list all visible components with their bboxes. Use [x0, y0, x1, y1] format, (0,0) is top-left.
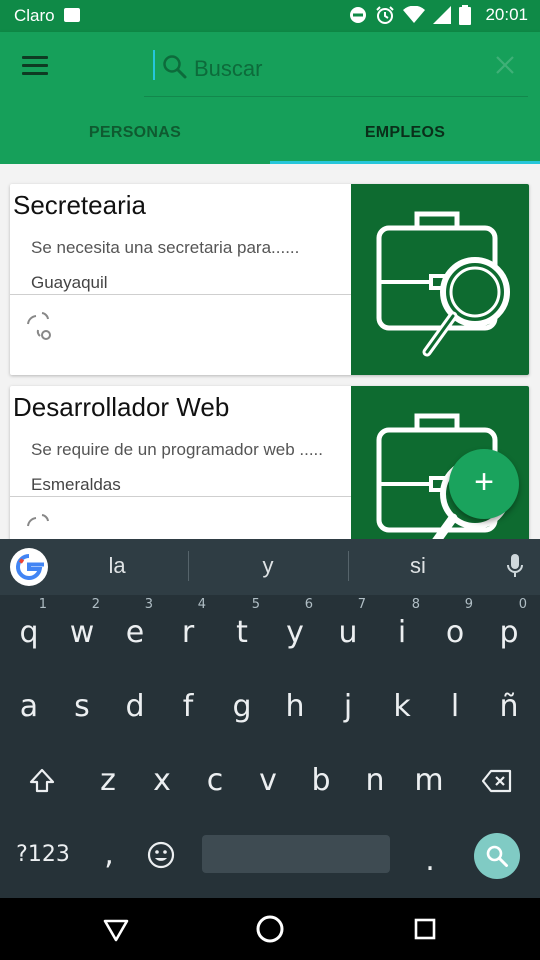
- key-k[interactable]: k: [375, 677, 429, 737]
- job-title: Desarrollador Web: [13, 392, 230, 422]
- search-icon: [486, 845, 508, 867]
- separator: [348, 551, 349, 581]
- period-key[interactable]: .: [403, 831, 457, 891]
- suggestion-1[interactable]: la: [67, 553, 167, 579]
- google-icon[interactable]: [10, 548, 48, 586]
- shift-icon[interactable]: [28, 767, 56, 795]
- job-card[interactable]: Desarrollador Web Se require de un progr…: [10, 386, 529, 540]
- key-d[interactable]: d: [108, 677, 162, 737]
- wifi-icon: [403, 6, 426, 23]
- key-m[interactable]: m: [402, 751, 456, 811]
- suggestion-strip: la y si: [0, 539, 540, 595]
- app-bar: PERSONAS EMPLEOS: [0, 32, 540, 164]
- key-e[interactable]: e3: [108, 597, 162, 663]
- divider: [10, 294, 351, 295]
- image-icon: [64, 8, 80, 22]
- divider: [10, 496, 351, 497]
- job-city: Esmeraldas: [31, 475, 121, 494]
- key-u[interactable]: u7: [321, 597, 375, 663]
- status-bar: Claro 20:01: [0, 0, 540, 32]
- suggestion-3[interactable]: si: [368, 553, 468, 579]
- key-b[interactable]: b: [294, 751, 348, 811]
- job-description: Se require de un programador web .....: [31, 440, 323, 459]
- key-hint: 2: [91, 597, 100, 612]
- key-z[interactable]: z: [81, 751, 135, 811]
- text-cursor: [153, 50, 155, 80]
- key-l[interactable]: l: [428, 677, 482, 737]
- backspace-icon[interactable]: [482, 769, 512, 793]
- tab-empleos[interactable]: EMPLEOS: [270, 114, 540, 164]
- job-card[interactable]: Secretearia Se necesita una secretaria p…: [10, 184, 529, 375]
- key-n[interactable]: n: [348, 751, 402, 811]
- key-s[interactable]: s: [55, 677, 109, 737]
- key-t[interactable]: t5: [215, 597, 269, 663]
- key-h[interactable]: h: [268, 677, 322, 737]
- navigation-bar: [0, 898, 540, 960]
- key-hint: 7: [357, 597, 366, 612]
- loading-icon: [27, 514, 49, 527]
- key-f[interactable]: f: [161, 677, 215, 737]
- separator: [188, 551, 189, 581]
- tab-bar: PERSONAS EMPLEOS: [0, 114, 540, 164]
- key-hint: 0: [518, 597, 527, 612]
- emoji-icon[interactable]: [147, 841, 175, 869]
- key-hint: 6: [304, 597, 313, 612]
- key-g[interactable]: g: [215, 677, 269, 737]
- job-description: Se necesita una secretaria para......: [31, 238, 300, 257]
- close-icon[interactable]: [494, 54, 516, 76]
- key-v[interactable]: v: [241, 751, 295, 811]
- comma-key[interactable]: ,: [82, 825, 136, 885]
- back-icon[interactable]: [103, 918, 129, 942]
- key-a[interactable]: a: [2, 677, 56, 737]
- key-q[interactable]: q1: [2, 597, 56, 663]
- search-key[interactable]: [474, 833, 520, 879]
- key-y[interactable]: y6: [268, 597, 322, 663]
- alarm-icon: [376, 6, 395, 24]
- key-ñ[interactable]: ñ: [482, 677, 536, 737]
- dnd-icon: [350, 7, 367, 23]
- search-input[interactable]: [192, 52, 476, 86]
- space-bar[interactable]: [202, 835, 390, 873]
- loading-icon: [27, 312, 51, 340]
- key-hint: 4: [197, 597, 206, 612]
- key-w[interactable]: w2: [55, 597, 109, 663]
- search-bar: [144, 46, 528, 97]
- home-icon[interactable]: [255, 914, 285, 944]
- key-p[interactable]: p0: [482, 597, 536, 663]
- key-x[interactable]: x: [135, 751, 189, 811]
- job-title: Secretearia: [13, 190, 146, 220]
- key-o[interactable]: o9: [428, 597, 482, 663]
- key-hint: 1: [38, 597, 47, 612]
- symbols-key[interactable]: ?123: [15, 825, 71, 885]
- job-city: Guayaquil: [31, 273, 108, 292]
- key-hint: 3: [144, 597, 153, 612]
- tab-personas[interactable]: PERSONAS: [0, 114, 270, 164]
- job-list: Secretearia Se necesita una secretaria p…: [0, 164, 540, 540]
- key-hint: 9: [464, 597, 473, 612]
- recents-icon[interactable]: [414, 918, 436, 940]
- key-i[interactable]: i8: [375, 597, 429, 663]
- key-hint: 8: [411, 597, 420, 612]
- key-j[interactable]: j: [321, 677, 375, 737]
- add-job-button[interactable]: +: [449, 449, 519, 519]
- key-r[interactable]: r4: [161, 597, 215, 663]
- key-c[interactable]: c: [188, 751, 242, 811]
- carrier-label: Claro: [14, 6, 55, 25]
- keyboard: la y si q1w2e3r4t5y6u7i8o9p0 asdfghjklñ …: [0, 539, 540, 898]
- menu-icon[interactable]: [22, 56, 48, 78]
- job-image: [351, 184, 529, 375]
- signal-icon: [433, 6, 452, 24]
- briefcase-search-icon: [376, 211, 510, 357]
- clock: 20:01: [485, 5, 528, 24]
- suggestion-2[interactable]: y: [218, 553, 318, 579]
- battery-icon: [459, 5, 472, 25]
- key-hint: 5: [251, 597, 260, 612]
- mic-icon[interactable]: [506, 553, 524, 579]
- search-icon: [163, 55, 187, 79]
